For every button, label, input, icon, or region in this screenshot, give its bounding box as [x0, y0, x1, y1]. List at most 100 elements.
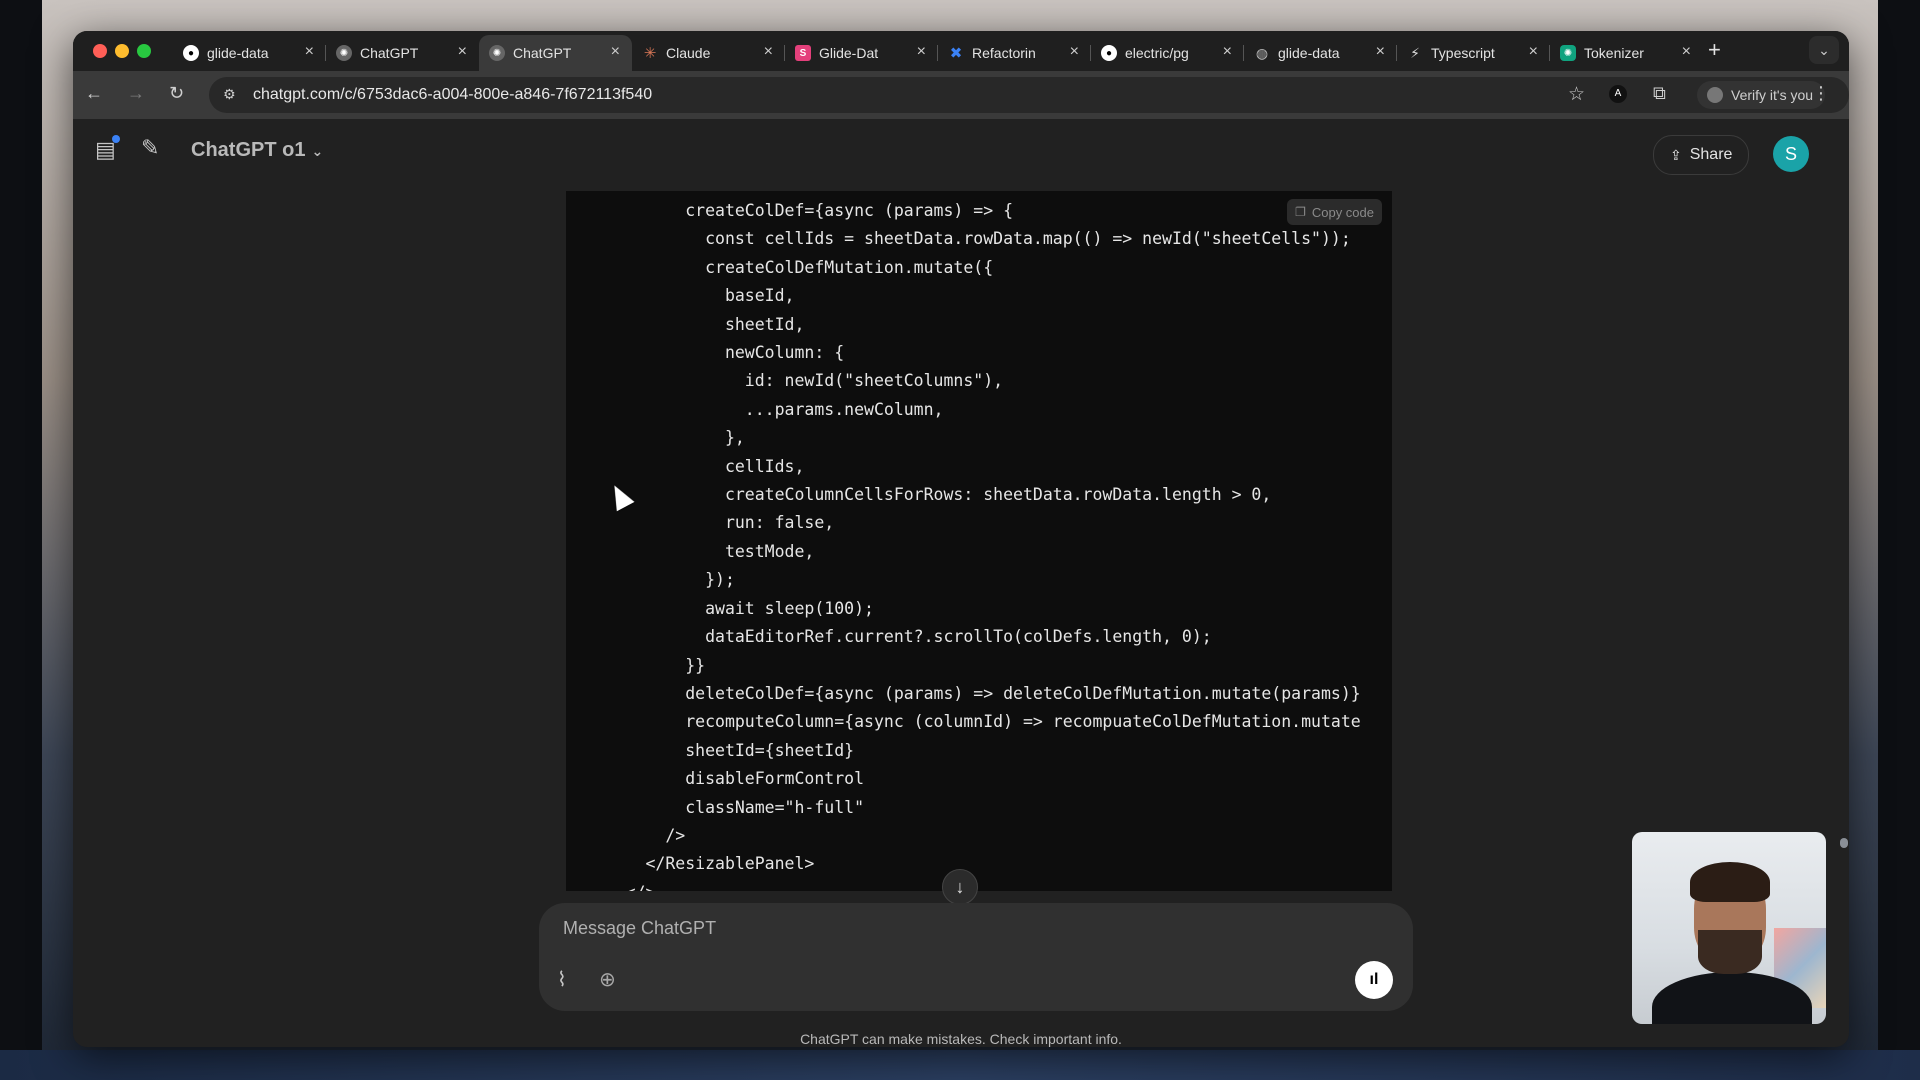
scrollbar-thumb[interactable]: [1840, 838, 1848, 848]
copy-code-button[interactable]: ❐ Copy code: [1287, 199, 1382, 225]
code-line: baseId,: [566, 286, 795, 306]
share-icon: ⇪: [1670, 146, 1682, 163]
tab-strip: ● glide-data × ✺ ChatGPT × ✺ ChatGPT × ✳…: [73, 31, 1849, 71]
extensions-puzzle-icon[interactable]: ⧉: [1653, 83, 1666, 104]
tab-chatgpt-active[interactable]: ✺ ChatGPT ×: [479, 35, 632, 71]
share-label: Share: [1689, 146, 1733, 163]
close-tab-icon[interactable]: ×: [917, 43, 926, 61]
code-line: sheetId={sheetId}: [566, 740, 855, 760]
new-tab-button[interactable]: +: [1708, 37, 1721, 63]
code-line: newColumn: {: [566, 343, 845, 363]
close-tab-icon[interactable]: ×: [458, 43, 467, 61]
address-bar[interactable]: ⚙ chatgpt.com/c/6753dac6-a004-800e-a846-…: [209, 77, 1849, 113]
profile-avatar-icon: [1707, 87, 1723, 103]
tab-claude[interactable]: ✳ Claude ×: [632, 35, 785, 71]
person-hair: [1690, 862, 1770, 902]
close-window-button[interactable]: [93, 44, 107, 58]
chatgpt-icon: ✺: [336, 45, 352, 61]
person-beard: [1698, 930, 1762, 974]
globe-icon: ◍: [1255, 44, 1269, 61]
code-line: recomputeColumn={async (columnId) => rec…: [566, 712, 1361, 732]
code-line: });: [566, 570, 735, 590]
github-icon: ●: [1101, 45, 1117, 61]
tab-title: Typescript: [1431, 45, 1495, 61]
back-arrow-icon[interactable]: ←: [85, 83, 103, 104]
code-line: className="h-full": [566, 797, 865, 817]
code-line: createColumnCellsForRows: sheetData.rowD…: [566, 485, 1272, 505]
profile-verify-label: Verify it's you: [1731, 87, 1814, 103]
code-line: },: [566, 428, 745, 448]
close-tab-icon[interactable]: ×: [1529, 43, 1538, 61]
user-avatar[interactable]: S: [1773, 136, 1809, 172]
close-tab-icon[interactable]: ×: [1223, 43, 1232, 61]
reload-icon[interactable]: ↻: [169, 83, 184, 104]
tab-refactoring[interactable]: ✖ Refactorin ×: [938, 35, 1091, 71]
code-line: disableFormControl: [566, 769, 865, 789]
close-tab-icon[interactable]: ×: [1682, 43, 1691, 61]
tab-glide-dat[interactable]: S Glide-Dat ×: [785, 35, 938, 71]
close-tab-icon[interactable]: ×: [611, 43, 620, 61]
tab-title: electric/pg: [1125, 45, 1189, 61]
tab-typescript[interactable]: ⚡ Typescript ×: [1397, 35, 1550, 71]
code-line: }}: [566, 655, 706, 675]
code-block: ❐ Copy code createColDef={async (params)…: [566, 191, 1392, 891]
code-line: createColDef={async (params) => {: [566, 201, 1014, 220]
tab-electric[interactable]: ● electric/pg ×: [1091, 35, 1244, 71]
toggle-sidebar-icon[interactable]: ▤: [95, 135, 120, 163]
copy-icon: ❐: [1295, 205, 1306, 219]
url-text[interactable]: chatgpt.com/c/6753dac6-a004-800e-a846-7f…: [253, 86, 652, 104]
close-tab-icon[interactable]: ×: [1376, 43, 1385, 61]
code-line: />: [566, 825, 686, 845]
tokenizer-icon: ✺: [1560, 45, 1576, 61]
new-chat-icon[interactable]: ✎: [141, 135, 159, 161]
desktop-edge-right: [1878, 0, 1920, 1080]
code-content: createColDef={async (params) => { const …: [566, 197, 1361, 891]
browser-toolbar: ← → ↻ ⚙ chatgpt.com/c/6753dac6-a004-800e…: [73, 71, 1849, 119]
code-line: run: false,: [566, 513, 835, 533]
tab-title: ChatGPT: [360, 45, 419, 61]
browser-window: ● glide-data × ✺ ChatGPT × ✺ ChatGPT × ✳…: [73, 31, 1849, 1047]
paperclip-icon[interactable]: ⌇: [557, 967, 567, 992]
code-line: const cellIds = sheetData.rowData.map(()…: [566, 229, 1351, 249]
site-settings-icon[interactable]: ⚙: [223, 86, 236, 103]
close-tab-icon[interactable]: ×: [305, 43, 314, 61]
close-tab-icon[interactable]: ×: [764, 43, 773, 61]
github-icon: ●: [183, 45, 199, 61]
voice-mode-button[interactable]: ıl: [1355, 961, 1393, 999]
tab-glide-data[interactable]: ● glide-data ×: [173, 35, 326, 71]
tab-chatgpt[interactable]: ✺ ChatGPT ×: [326, 35, 479, 71]
model-selector[interactable]: ChatGPT o1 ⌄: [191, 139, 323, 162]
tab-title: Refactorin: [972, 45, 1036, 61]
extension-icon[interactable]: A: [1609, 85, 1627, 103]
tab-title: Claude: [666, 45, 711, 61]
model-label: ChatGPT o1: [191, 139, 306, 161]
tab-search-chevron-icon[interactable]: ⌄: [1809, 36, 1839, 64]
share-button[interactable]: ⇪ Share: [1653, 135, 1750, 175]
code-line: sheetId,: [566, 314, 805, 334]
close-tab-icon[interactable]: ×: [1070, 43, 1079, 61]
profile-verify-button[interactable]: Verify it's you: [1697, 81, 1826, 109]
code-line: await sleep(100);: [566, 598, 874, 618]
tab-glide-data-2[interactable]: ◍ glide-data ×: [1244, 35, 1397, 71]
message-composer: ⌇ ⊕ ıl: [539, 903, 1413, 1011]
copy-code-label: Copy code: [1311, 204, 1374, 220]
tab-title: glide-data: [1278, 45, 1340, 61]
chevron-down-icon: ⌄: [311, 143, 324, 159]
s-icon: S: [795, 45, 811, 61]
bookmark-star-icon[interactable]: ☆: [1568, 83, 1585, 106]
bolt-icon: ⚡: [1410, 44, 1420, 61]
code-line: testMode,: [566, 541, 815, 561]
tab-tokenizer[interactable]: ✺ Tokenizer ×: [1550, 35, 1703, 71]
tab-title: Glide-Dat: [819, 45, 879, 61]
tab-title: Tokenizer: [1584, 45, 1644, 61]
maximize-window-button[interactable]: [137, 44, 151, 58]
minimize-window-button[interactable]: [115, 44, 129, 58]
code-line: ...params.newColumn,: [566, 399, 944, 419]
code-line: deleteColDef={async (params) => deleteCo…: [566, 683, 1361, 703]
globe-icon[interactable]: ⊕: [599, 967, 616, 992]
browser-menu-icon[interactable]: ⋮: [1812, 83, 1830, 104]
tab-title: ChatGPT: [513, 45, 572, 61]
scroll-to-bottom-button[interactable]: ↓: [942, 869, 978, 905]
forward-arrow-icon[interactable]: →: [127, 83, 145, 104]
message-input[interactable]: [561, 917, 1205, 940]
